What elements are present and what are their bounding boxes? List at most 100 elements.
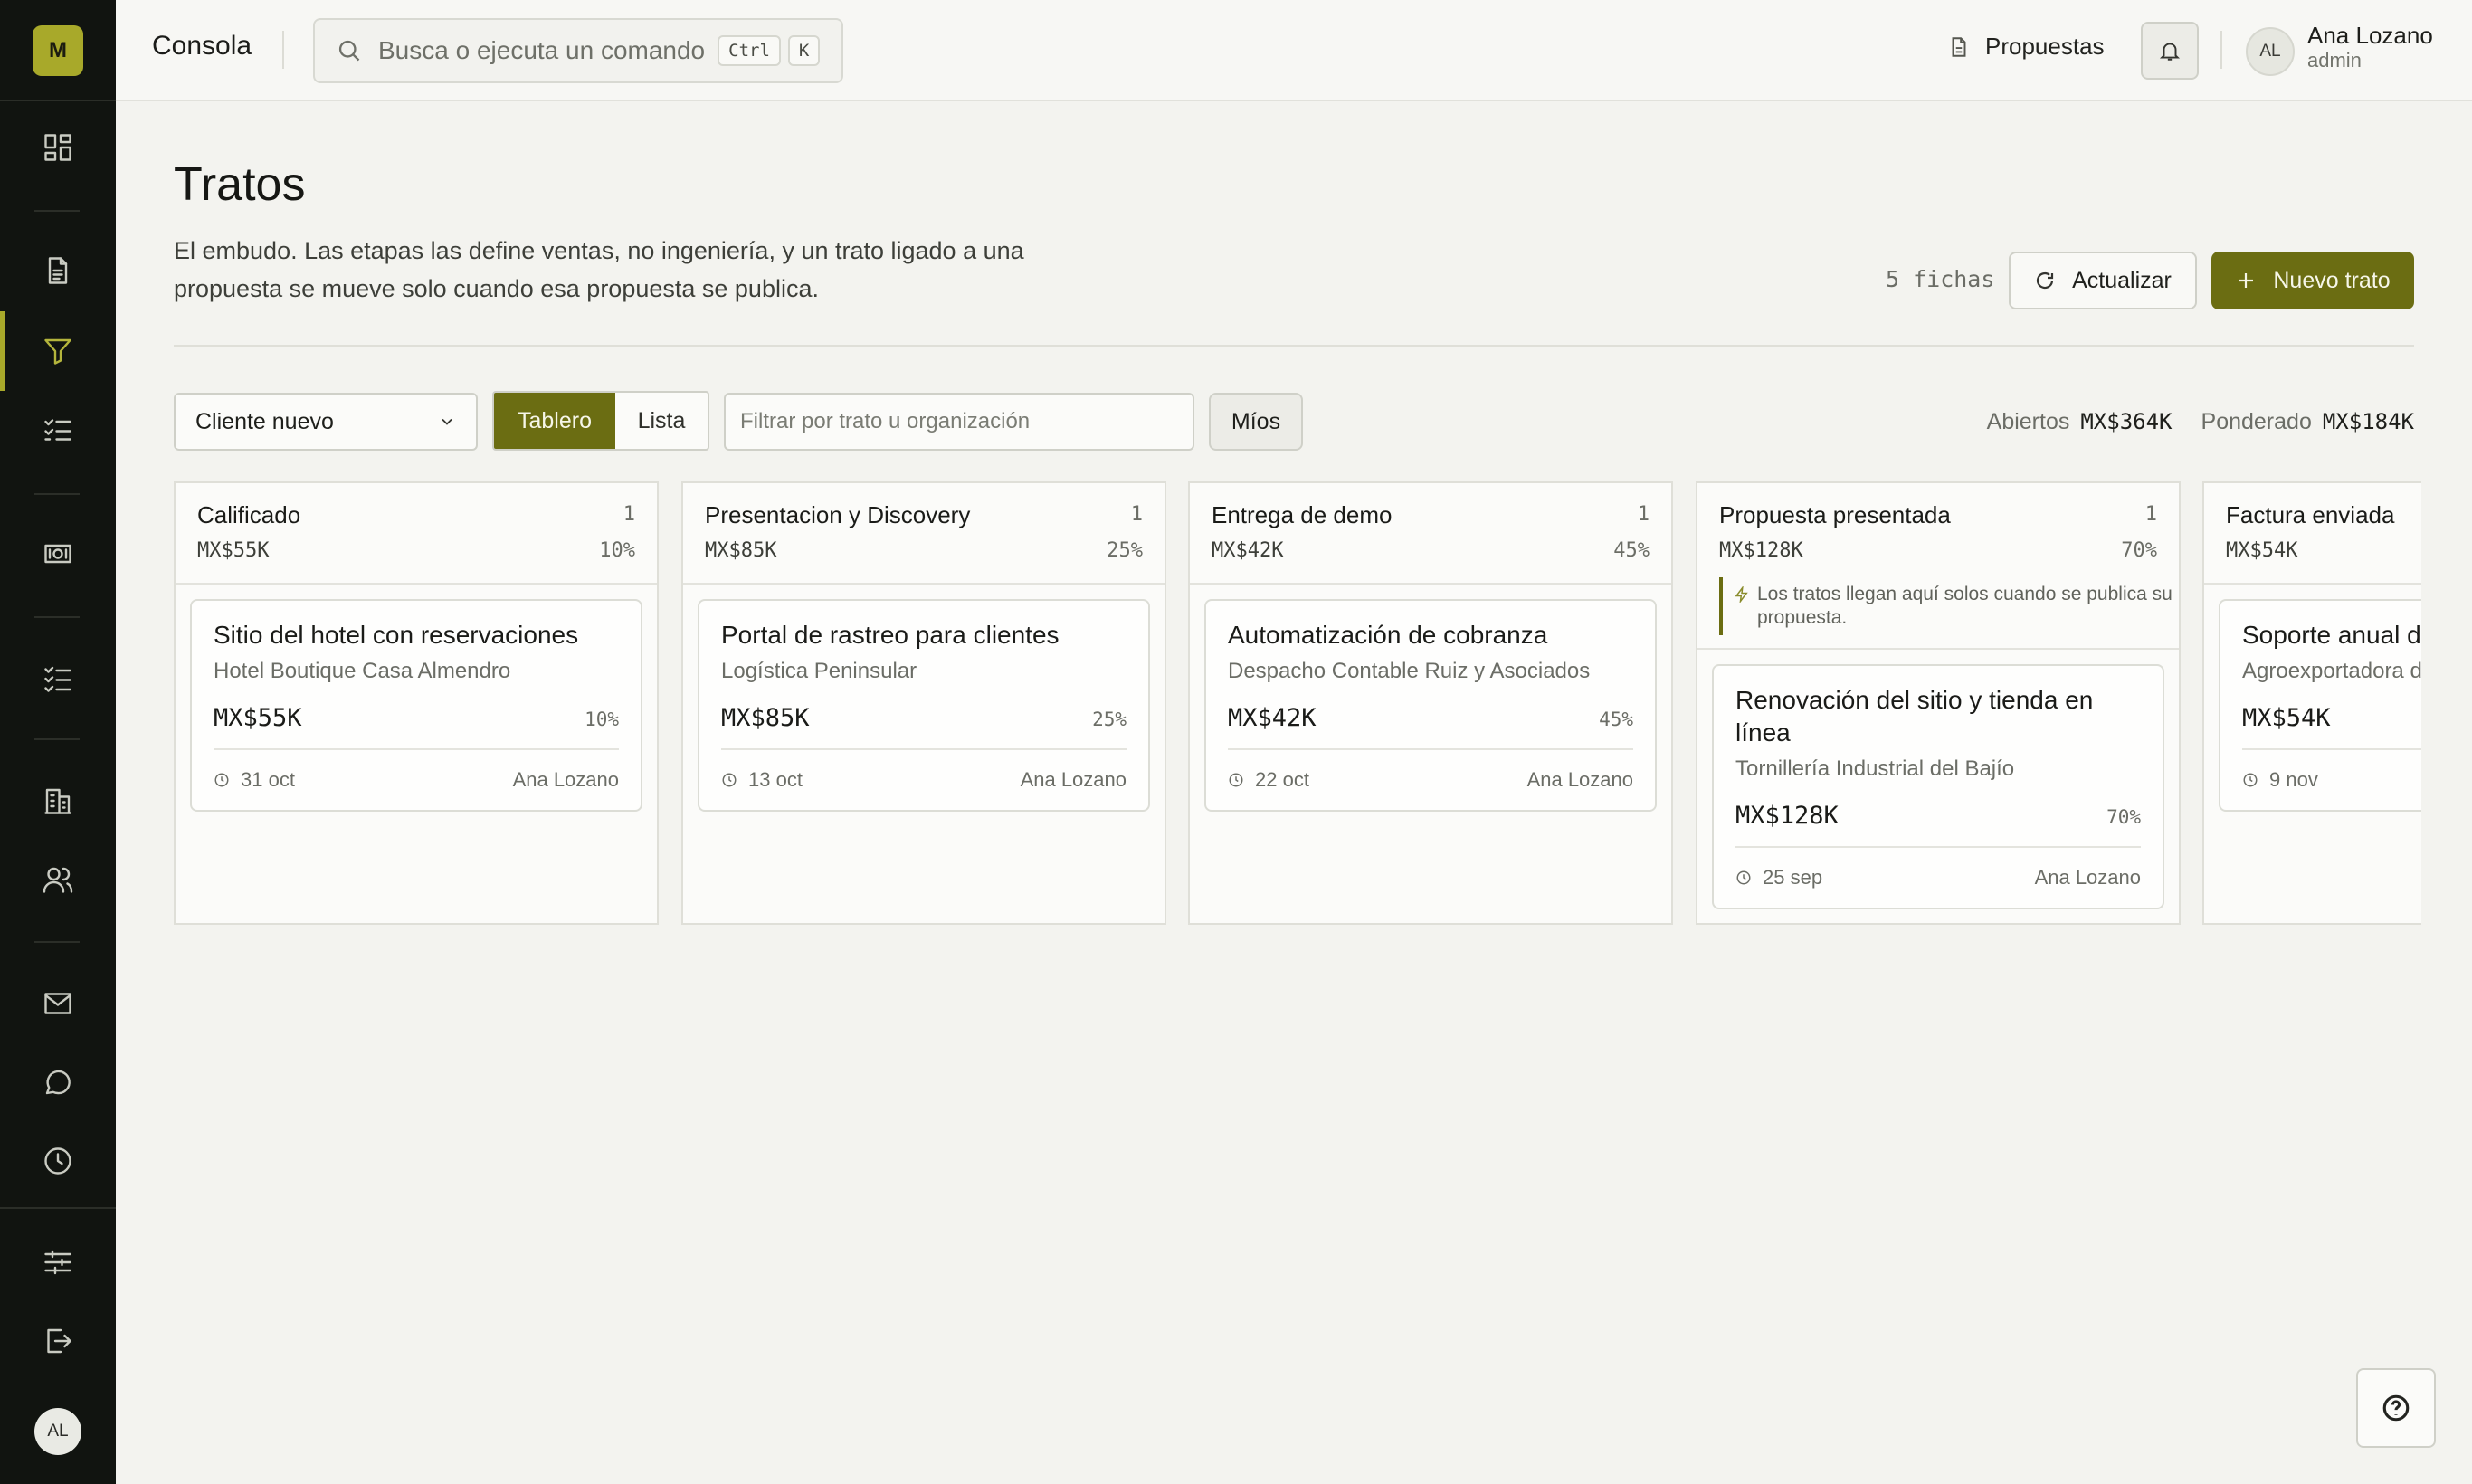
- sidebar-active-indicator: [0, 311, 5, 391]
- stage-probability: 70%: [2121, 539, 2157, 562]
- user-role: admin: [2307, 49, 2362, 71]
- deal-owner: Ana Lozano: [512, 768, 619, 791]
- deal-amount: MX$128K: [1735, 802, 1839, 830]
- segment-select-value: Cliente nuevo: [195, 408, 334, 434]
- stage-name: Propuesta presentada: [1719, 501, 1951, 528]
- sidebar-item-tasks[interactable]: [36, 657, 80, 700]
- stage-amount: MX$42K: [1212, 539, 1284, 562]
- command-search[interactable]: Busca o ejecuta un comando Ctrl K: [313, 18, 843, 83]
- pipeline-totals: Abiertos MX$364K Ponderado MX$184K: [1987, 409, 2414, 435]
- page-title: Tratos: [174, 158, 306, 211]
- sidebar-item-history[interactable]: [36, 1139, 80, 1183]
- deal-organization: Despacho Contable Ruiz y Asociados: [1228, 659, 1591, 683]
- users-icon: [43, 867, 73, 893]
- stage-note-text: Los tratos llegan aquí solos cuando se p…: [1757, 584, 2173, 628]
- stage-column: Factura enviada MX$54K Soporte anual d A…: [2202, 481, 2421, 925]
- sidebar-divider: [34, 941, 80, 943]
- chat-icon: [45, 1070, 71, 1095]
- refresh-button-label: Actualizar: [2072, 267, 2172, 293]
- new-deal-button[interactable]: Nuevo trato: [2211, 252, 2414, 309]
- dashboard-icon: [44, 134, 71, 161]
- checklist-icon: [44, 419, 71, 441]
- stage-amount: MX$128K: [1719, 539, 1803, 562]
- proposals-link-label: Propuestas: [1985, 33, 2105, 60]
- sidebar-divider: [0, 100, 116, 101]
- tasks-icon: [44, 666, 71, 692]
- sidebar-item-mail[interactable]: [36, 982, 80, 1025]
- app-logo[interactable]: M: [33, 25, 83, 76]
- deal-card[interactable]: Automatización de cobranza Despacho Cont…: [1204, 599, 1657, 812]
- cash-icon: [44, 544, 71, 564]
- stage-count: 1: [2144, 503, 2157, 526]
- sidebar-item-checklist[interactable]: [36, 408, 80, 452]
- tab-list[interactable]: Lista: [615, 393, 708, 449]
- topbar-divider: [282, 31, 284, 69]
- deal-amount: MX$54K: [2242, 704, 2331, 732]
- stage-column: Presentacion y Discovery 1 MX$85K 25% Po…: [681, 481, 1166, 925]
- view-toggle: Tablero Lista: [492, 391, 709, 451]
- sidebar-item-chat[interactable]: [36, 1061, 80, 1104]
- sidebar-item-contacts[interactable]: [36, 858, 80, 901]
- stage-name: Entrega de demo: [1212, 501, 1393, 528]
- building-icon: [44, 788, 71, 814]
- sidebar-item-dashboard[interactable]: [36, 126, 80, 169]
- clock-icon: [1229, 773, 1243, 787]
- stage-probability: 25%: [1107, 539, 1143, 562]
- sidebar-divider: [34, 493, 80, 495]
- topbar-divider: [2220, 31, 2222, 69]
- header-divider: [174, 345, 2414, 347]
- stage-header: Propuesta presentada 1 MX$128K 70%: [1697, 483, 2179, 577]
- stage-column: Calificado 1 MX$55K 10% Sitio del hotel …: [174, 481, 659, 925]
- deal-owner: Ana Lozano: [1020, 768, 1127, 791]
- sidebar-divider: [0, 1207, 116, 1209]
- document-icon: [48, 257, 68, 284]
- stage-column: Entrega de demo 1 MX$42K 45% Automatizac…: [1188, 481, 1673, 925]
- clock-icon: [214, 773, 229, 787]
- deal-card[interactable]: Sitio del hotel con reservaciones Hotel …: [190, 599, 642, 812]
- user-avatar[interactable]: AL: [2246, 27, 2295, 76]
- deal-close-date: 31 oct: [241, 768, 295, 791]
- stage-header: Entrega de demo 1 MX$42K 45%: [1190, 483, 1671, 585]
- new-deal-button-label: Nuevo trato: [2273, 267, 2391, 293]
- stage-probability: 10%: [599, 539, 635, 562]
- deal-probability: 45%: [1599, 709, 1633, 730]
- tab-board[interactable]: Tablero: [494, 393, 615, 449]
- sidebar-item-documents[interactable]: [36, 249, 80, 292]
- deal-close-date: 22 oct: [1255, 768, 1309, 791]
- deal-owner: Ana Lozano: [1526, 768, 1633, 791]
- sidebar-avatar[interactable]: AL: [34, 1408, 81, 1455]
- deal-title: Sitio del hotel con reservaciones: [214, 621, 579, 649]
- segment-select[interactable]: Cliente nuevo: [174, 393, 478, 451]
- shortcut-key-k: K: [787, 35, 821, 66]
- stage-name: Factura enviada: [2226, 501, 2395, 528]
- sidebar-item-settings[interactable]: [36, 1241, 80, 1284]
- deal-probability: 70%: [2106, 806, 2141, 828]
- sidebar-divider: [34, 210, 80, 212]
- filter-input[interactable]: [724, 393, 1194, 451]
- deal-card[interactable]: Soporte anual d Agroexportadora d MX$54K…: [2219, 599, 2421, 812]
- deal-card[interactable]: Portal de rastreo para clientes Logístic…: [698, 599, 1150, 812]
- help-icon: [2382, 1394, 2410, 1422]
- deal-title: Automatización de cobranza: [1228, 621, 1548, 649]
- deal-card[interactable]: Renovación del sitio y tienda en línea T…: [1712, 664, 2164, 909]
- refresh-button[interactable]: Actualizar: [2009, 252, 2197, 309]
- mine-filter-button[interactable]: Míos: [1209, 393, 1303, 451]
- topbar: Consola Busca o ejecuta un comando Ctrl …: [116, 0, 2472, 101]
- deal-close-date: 9 nov: [2269, 768, 2318, 791]
- page-description: El embudo. Las etapas las define ventas,…: [174, 237, 1024, 302]
- sidebar: M AL: [0, 0, 116, 1484]
- sidebar-item-billing[interactable]: [36, 532, 80, 576]
- sidebar-item-deals[interactable]: [36, 329, 80, 373]
- clock-icon: [722, 773, 737, 787]
- sidebar-item-organizations[interactable]: [36, 779, 80, 823]
- user-name[interactable]: Ana Lozano: [2307, 22, 2433, 50]
- deal-probability: 25%: [1092, 709, 1127, 730]
- notifications-button[interactable]: [2141, 22, 2199, 80]
- deal-title: Soporte anual d: [2242, 621, 2421, 649]
- help-button[interactable]: [2356, 1368, 2436, 1448]
- weighted-total-label: Ponderado: [2201, 409, 2312, 434]
- deals-board: Calificado 1 MX$55K 10% Sitio del hotel …: [174, 481, 2421, 927]
- proposals-link[interactable]: Propuestas: [1947, 33, 2105, 61]
- sidebar-item-logout[interactable]: [36, 1319, 80, 1363]
- shortcut-key-ctrl: Ctrl: [718, 35, 781, 66]
